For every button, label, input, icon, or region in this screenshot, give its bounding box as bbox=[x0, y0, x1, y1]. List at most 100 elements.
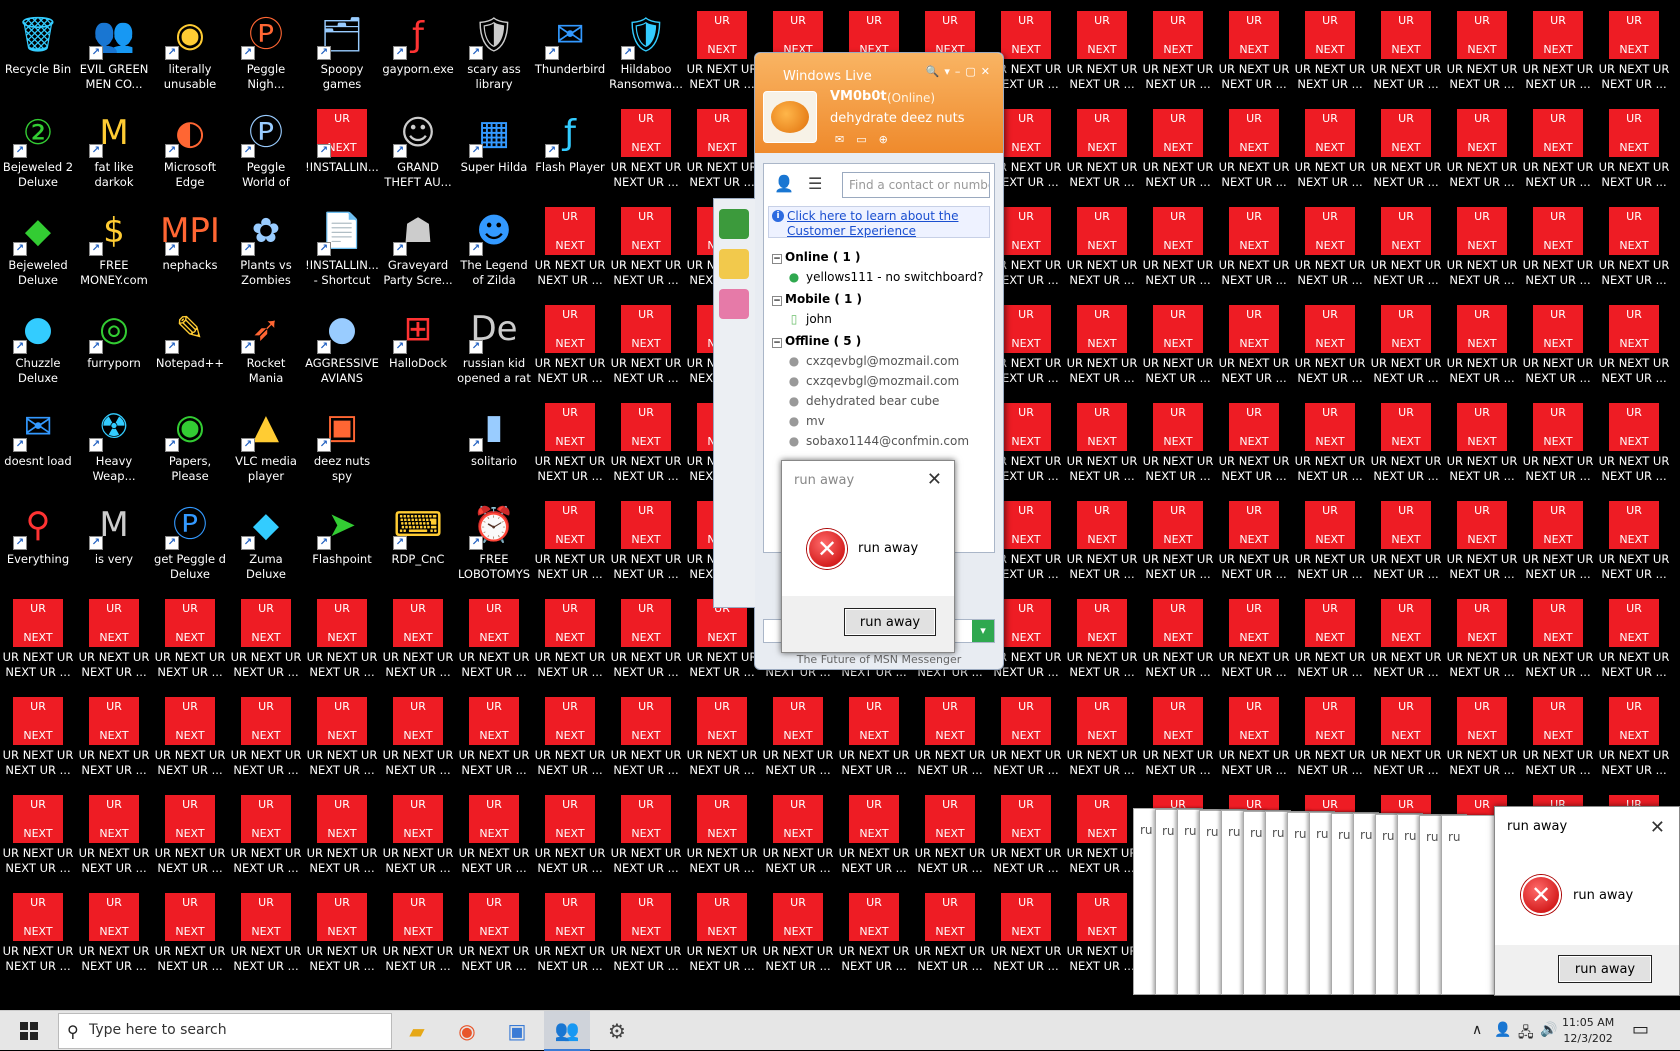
customer-experience-link[interactable]: i Click here to learn about the Customer … bbox=[768, 206, 990, 238]
ur-next-desktop-icon[interactable]: URNEXTUR NEXT UR NEXT UR ... bbox=[988, 690, 1064, 788]
ur-next-desktop-icon[interactable]: URNEXTUR NEXT UR NEXT UR ... bbox=[684, 788, 760, 886]
ur-next-desktop-icon[interactable]: URNEXTUR NEXT UR NEXT UR ... bbox=[1216, 592, 1292, 690]
ur-next-desktop-icon[interactable]: URNEXTUR NEXT UR NEXT UR ... bbox=[380, 788, 456, 886]
ur-next-desktop-icon[interactable]: URNEXTUR NEXT UR NEXT UR ... bbox=[1596, 690, 1672, 788]
ur-next-desktop-icon[interactable]: URNEXTUR NEXT UR NEXT UR ... bbox=[304, 592, 380, 690]
ur-next-desktop-icon[interactable]: URNEXTUR NEXT UR NEXT UR ... bbox=[1520, 200, 1596, 298]
ur-next-desktop-icon[interactable]: URNEXTUR NEXT UR NEXT UR ... bbox=[1064, 4, 1140, 102]
run-away-button[interactable]: run away bbox=[1558, 955, 1652, 983]
ur-next-desktop-icon[interactable]: URNEXTUR NEXT UR NEXT UR ... bbox=[1596, 200, 1672, 298]
ur-next-desktop-icon[interactable]: URNEXTUR NEXT UR NEXT UR ... bbox=[1216, 396, 1292, 494]
ur-next-desktop-icon[interactable]: URNEXTUR NEXT UR NEXT UR ... bbox=[1596, 494, 1672, 592]
ur-next-desktop-icon[interactable]: URNEXTUR NEXT UR NEXT UR ... bbox=[228, 690, 304, 788]
desktop-icon[interactable]: $ ↗ FREE MONEY.com bbox=[76, 200, 152, 298]
ur-next-desktop-icon[interactable]: URNEXTUR NEXT UR NEXT UR ... bbox=[1444, 592, 1520, 690]
contact-item[interactable]: ▯ john bbox=[788, 312, 832, 326]
desktop-icon[interactable]: ▦ ↗ Super Hilda bbox=[456, 102, 532, 200]
desktop-icon[interactable]: ● ↗ AGGRESSIVE AVIANS bbox=[304, 298, 380, 396]
desktop-icon[interactable]: Ⓟ↗Peggle World of Warcraft ... bbox=[228, 102, 304, 200]
ur-next-desktop-icon[interactable]: URNEXTUR NEXT UR NEXT UR ... bbox=[684, 886, 760, 984]
ur-next-desktop-icon[interactable]: URNEXTUR NEXT UR NEXT UR ... bbox=[1368, 200, 1444, 298]
collapse-icon[interactable]: − bbox=[772, 254, 782, 264]
desktop-icon[interactable]: ƒ ↗ gayporn.exe bbox=[380, 4, 456, 102]
ur-next-desktop-icon[interactable]: URNEXTUR NEXT UR NEXT UR ... bbox=[988, 788, 1064, 886]
ur-next-desktop-icon[interactable]: URNEXTUR NEXT UR NEXT UR ... bbox=[1444, 494, 1520, 592]
desktop-icon[interactable]: 🗑 Recycle Bin bbox=[0, 4, 76, 102]
ur-next-desktop-icon[interactable]: URNEXTUR NEXT UR NEXT UR ... bbox=[1064, 886, 1140, 984]
desktop-icon[interactable]: 👥 ↗ EVIL GREEN MEN CO... bbox=[76, 4, 152, 102]
vm-app-icon[interactable]: ▣ bbox=[494, 1011, 540, 1051]
username[interactable]: VM0b0t bbox=[830, 89, 887, 104]
ur-next-desktop-icon[interactable]: URNEXTUR NEXT UR NEXT UR ... bbox=[1292, 690, 1368, 788]
desktop-icon[interactable]: M ↗ is very bbox=[76, 494, 152, 592]
ur-next-desktop-icon[interactable]: URNEXTUR NEXT UR NEXT UR ... bbox=[1368, 4, 1444, 102]
run-away-dialog-front[interactable]: run away ✕ ✕ run away run away bbox=[1494, 806, 1680, 996]
ur-next-desktop-icon[interactable]: URNEXTUR NEXT UR NEXT UR ... bbox=[380, 690, 456, 788]
ur-next-desktop-icon[interactable]: URNEXTUR NEXT UR NEXT UR ... bbox=[76, 886, 152, 984]
personal-message[interactable]: dehydrate deez nuts bbox=[830, 111, 965, 126]
ur-next-desktop-icon[interactable]: URNEXTUR NEXT UR NEXT UR ... bbox=[1292, 102, 1368, 200]
ur-next-desktop-icon[interactable]: URNEXTUR NEXT UR NEXT UR ... bbox=[1520, 102, 1596, 200]
ur-next-desktop-icon[interactable]: URNEXTUR NEXT UR NEXT UR ... bbox=[1216, 690, 1292, 788]
desktop-icon[interactable]: ✿ ↗ Plants vs Zombies bbox=[228, 200, 304, 298]
ur-next-desktop-icon[interactable]: URNEXTUR NEXT UR NEXT UR ... bbox=[1064, 396, 1140, 494]
ur-next-desktop-icon[interactable]: URNEXTUR NEXT UR NEXT UR ... bbox=[912, 690, 988, 788]
desktop-icon[interactable]: ➶↗Rocket Mania Deluxe bbox=[228, 298, 304, 396]
header-toolbar[interactable]: ✉▭⊕ bbox=[835, 133, 900, 146]
ur-next-desktop-icon[interactable]: URNEXTUR NEXT UR NEXT UR ... bbox=[1216, 102, 1292, 200]
flower-icon[interactable] bbox=[719, 289, 749, 319]
ur-next-desktop-icon[interactable]: URNEXTUR NEXT UR NEXT UR ... bbox=[988, 886, 1064, 984]
contact-group-header[interactable]: − Offline ( 5 ) bbox=[772, 334, 861, 348]
settings-icon[interactable]: ⚙ bbox=[594, 1011, 640, 1051]
desktop-icon[interactable]: ✎ ↗ Notepad++ bbox=[152, 298, 228, 396]
ur-next-desktop-icon[interactable]: URNEXTUR NEXT UR NEXT UR ... bbox=[380, 886, 456, 984]
ur-next-desktop-icon[interactable]: URNEXTUR NEXT UR NEXT UR ... bbox=[1216, 200, 1292, 298]
collapse-icon[interactable]: − bbox=[772, 296, 782, 306]
ur-next-desktop-icon[interactable]: URNEXTUR NEXT UR NEXT UR ... bbox=[532, 494, 608, 592]
ur-next-desktop-icon[interactable]: URNEXTUR NEXT UR NEXT UR ... bbox=[1444, 4, 1520, 102]
run-away-dialog[interactable]: run away ✕ ✕ run away run away bbox=[781, 460, 955, 653]
file-explorer-icon[interactable]: ▰ bbox=[394, 1011, 440, 1051]
ur-next-desktop-icon[interactable]: URNEXTUR NEXT UR NEXT UR ... bbox=[1292, 396, 1368, 494]
desktop-icon[interactable]: 🗂 ↗ Spoopy games bbox=[304, 4, 380, 102]
ur-next-desktop-icon[interactable]: URNEXTUR NEXT UR NEXT UR ... bbox=[1292, 494, 1368, 592]
ur-next-desktop-icon[interactable]: URNEXTUR NEXT UR NEXT UR ... bbox=[1216, 298, 1292, 396]
ur-next-desktop-icon[interactable]: URNEXTUR NEXT UR NEXT UR ... bbox=[0, 886, 76, 984]
ur-next-desktop-icon[interactable]: URNEXTUR NEXT UR NEXT UR ... bbox=[0, 690, 76, 788]
volume-icon[interactable]: 🔊 bbox=[1540, 1022, 1557, 1038]
ur-next-desktop-icon[interactable]: URNEXTUR NEXT UR NEXT UR ... bbox=[1292, 4, 1368, 102]
ur-next-desktop-icon[interactable]: URNEXTUR NEXT UR NEXT UR ... bbox=[1064, 690, 1140, 788]
ur-next-desktop-icon[interactable]: URNEXTUR NEXT UR NEXT UR ... bbox=[608, 886, 684, 984]
ur-next-desktop-icon[interactable]: URNEXTUR NEXT UR NEXT UR ... bbox=[1444, 200, 1520, 298]
ur-next-desktop-icon[interactable]: URNEXTUR NEXT UR NEXT UR ... bbox=[228, 788, 304, 886]
messenger-taskbar-icon[interactable]: 👥 bbox=[544, 1011, 590, 1051]
close-icon[interactable]: ✕ bbox=[1650, 817, 1665, 838]
ur-next-desktop-icon[interactable]: URNEXTUR NEXT UR NEXT UR ... bbox=[912, 886, 988, 984]
ur-next-desktop-icon[interactable]: URNEXTUR NEXT UR NEXT UR ... bbox=[1140, 200, 1216, 298]
ur-next-desktop-icon[interactable]: URNEXTUR NEXT UR NEXT UR ... bbox=[456, 592, 532, 690]
list-options-icon[interactable]: ☰ bbox=[808, 174, 822, 193]
desktop-icon[interactable]: ⏰ ↗ FREE LOBOTOMYS bbox=[456, 494, 532, 592]
ur-next-desktop-icon[interactable]: URNEXTUR NEXT UR NEXT UR ... bbox=[1140, 4, 1216, 102]
avatar[interactable] bbox=[763, 91, 817, 143]
desktop-icon[interactable]: ⌨ ↗ RDP_CnC bbox=[380, 494, 456, 592]
desktop-icon[interactable]: ▣ ↗ deez nuts spy bbox=[304, 396, 380, 494]
ur-next-desktop-icon[interactable]: URNEXTUR NEXT UR NEXT UR ... bbox=[836, 690, 912, 788]
ur-next-desktop-icon[interactable]: URNEXTUR NEXT UR NEXT UR ... bbox=[1596, 298, 1672, 396]
ur-next-desktop-icon[interactable]: URNEXTUR NEXT UR NEXT UR ... bbox=[76, 592, 152, 690]
desktop-icon[interactable]: ⚲ ↗ Everything bbox=[0, 494, 76, 592]
ur-next-desktop-icon[interactable]: URNEXTUR NEXT UR NEXT UR ... bbox=[1596, 4, 1672, 102]
ur-next-desktop-icon[interactable]: URNEXTUR NEXT UR NEXT UR ... bbox=[608, 298, 684, 396]
desktop-icon[interactable]: MPI ↗ nephacks bbox=[152, 200, 228, 298]
desktop-icon[interactable]: De ↗ russian kid opened a rat bbox=[456, 298, 532, 396]
desktop-icon[interactable]: ▮ ↗ solitario bbox=[456, 396, 532, 494]
desktop-icon[interactable]: ◎ ↗ furryporn bbox=[76, 298, 152, 396]
desktop-icon[interactable]: ☗ ↗ Graveyard Party Scre... bbox=[380, 200, 456, 298]
contact-icon[interactable] bbox=[719, 209, 749, 239]
ur-next-desktop-icon[interactable]: URNEXTUR NEXT UR NEXT UR ... bbox=[380, 592, 456, 690]
taskbar-search-input[interactable]: ⚲ Type here to search bbox=[58, 1013, 392, 1049]
ur-next-desktop-icon[interactable]: URNEXTUR NEXT UR NEXT UR ... bbox=[532, 396, 608, 494]
collapse-icon[interactable]: − bbox=[772, 338, 782, 348]
ur-next-desktop-icon[interactable]: URNEXTUR NEXT UR NEXT UR ... bbox=[684, 4, 760, 102]
desktop-icon[interactable]: ✉ ↗ Thunderbird bbox=[532, 4, 608, 102]
